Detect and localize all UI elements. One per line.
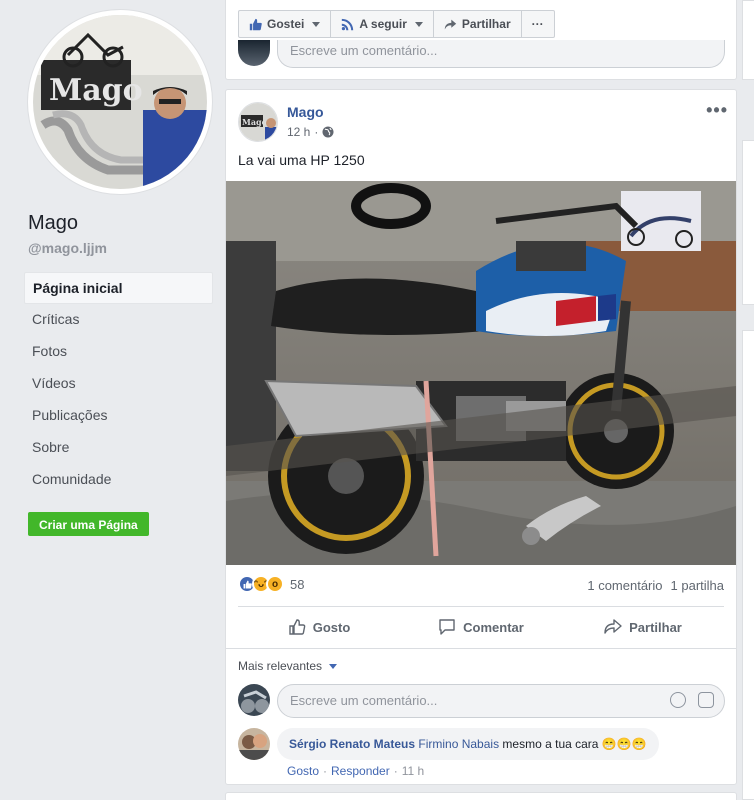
share-arrow-icon xyxy=(444,19,457,29)
right-column-card xyxy=(742,330,754,800)
wow-reaction-icon: o xyxy=(266,575,284,593)
comment-author-avatar[interactable] xyxy=(238,728,270,760)
more-options-icon: ··· xyxy=(531,17,544,31)
comment-post-button[interactable]: Comentar xyxy=(400,610,562,644)
post-meta: 12 h · xyxy=(287,125,334,139)
comment-text: mesmo a tua cara 😁😁😁 xyxy=(502,737,647,751)
next-post-edge xyxy=(225,792,737,800)
nav-item-posts[interactable]: Publicações xyxy=(24,400,213,432)
comment-reply-link[interactable]: Responder xyxy=(331,764,390,778)
feed-post: Mago Mago 12 h · ••• La vai uma HP 1250 xyxy=(225,89,737,785)
profile-photo: Mago xyxy=(33,15,207,189)
page-sidebar: Mago Mago @mago.ljjm Página inicial Crít… xyxy=(0,0,222,800)
post-photo[interactable] xyxy=(226,181,736,565)
comment-mention[interactable]: Firmino Nabais xyxy=(418,737,499,751)
current-user-avatar xyxy=(238,684,270,716)
page-handle[interactable]: @mago.ljjm xyxy=(28,240,107,256)
comment-post-label: Comentar xyxy=(463,619,524,635)
comment-like-link[interactable]: Gosto xyxy=(287,764,319,778)
comment-timestamp[interactable]: 11 h xyxy=(402,764,424,778)
like-post-button[interactable]: Gosto xyxy=(238,610,400,644)
previous-comment-input[interactable]: Escreve um comentário... xyxy=(277,40,725,68)
post-author-avatar[interactable]: Mago xyxy=(238,102,278,142)
share-arrow-icon xyxy=(604,619,622,634)
share-post-button[interactable]: Partilhar xyxy=(562,610,724,644)
separator-dot: · xyxy=(393,764,398,778)
emoji-icon[interactable] xyxy=(670,692,686,708)
like-post-label: Gosto xyxy=(312,619,351,635)
comment-bubble: Sérgio Renato Mateus Firmino Nabais mesm… xyxy=(277,728,659,760)
shares-count[interactable]: 1 partilha xyxy=(671,578,724,593)
previous-post: Gostei A seguir Partilhar ··· Escreve um… xyxy=(225,0,737,80)
meta-separator: · xyxy=(314,125,319,139)
page-name[interactable]: Mago xyxy=(28,212,78,235)
share-page-button[interactable]: Partilhar xyxy=(434,11,522,37)
right-column-card xyxy=(742,0,754,80)
thumbs-up-outline-icon xyxy=(289,619,306,635)
right-column-card xyxy=(742,140,754,305)
follow-page-label: A seguir xyxy=(359,17,407,31)
comment-bubble-icon xyxy=(439,619,455,635)
nav-item-videos[interactable]: Vídeos xyxy=(24,368,213,400)
chevron-down-icon xyxy=(329,663,338,669)
reactions-summary[interactable]: ᵔᴗᵔ o 58 xyxy=(238,575,304,593)
follow-page-button[interactable]: A seguir xyxy=(331,11,434,37)
share-page-label: Partilhar xyxy=(461,17,511,31)
sticker-icon[interactable] xyxy=(698,692,714,708)
comment-input-placeholder: Escreve um comentário... xyxy=(290,693,438,708)
more-options-button[interactable]: ··· xyxy=(522,11,554,37)
comment-sort-label: Mais relevantes xyxy=(238,659,323,673)
post-text: La vai uma HP 1250 xyxy=(238,152,365,168)
post-action-buttons: Gosto Comentar Partilhar xyxy=(238,610,724,644)
share-post-label: Partilhar xyxy=(629,619,682,635)
rss-icon xyxy=(342,18,354,30)
create-page-button[interactable]: Criar uma Página xyxy=(28,512,149,536)
post-stats: 1 comentário 1 partilha xyxy=(587,578,724,593)
comment-actions: Gosto · Responder · 11 h xyxy=(287,764,424,778)
page-action-bar: Gostei A seguir Partilhar ··· xyxy=(238,10,555,38)
like-page-button[interactable]: Gostei xyxy=(239,11,332,37)
like-page-label: Gostei xyxy=(267,17,305,31)
svg-text:Mago: Mago xyxy=(49,73,143,108)
comment-sort-dropdown[interactable]: Mais relevantes xyxy=(238,659,338,673)
divider xyxy=(238,606,724,607)
comment-author-name[interactable]: Sérgio Renato Mateus xyxy=(289,737,415,751)
post-author-name[interactable]: Mago xyxy=(287,104,324,120)
globe-icon xyxy=(322,126,334,138)
post-timestamp[interactable]: 12 h xyxy=(287,125,310,139)
comments-count[interactable]: 1 comentário xyxy=(587,578,662,593)
divider xyxy=(226,648,736,649)
reaction-count[interactable]: 58 xyxy=(290,577,304,592)
nav-item-about[interactable]: Sobre xyxy=(24,432,213,464)
profile-picture[interactable]: Mago xyxy=(28,10,212,194)
nav-item-home[interactable]: Página inicial xyxy=(24,272,213,304)
chevron-down-icon xyxy=(312,21,321,27)
nav-item-community[interactable]: Comunidade xyxy=(24,464,213,496)
nav-item-reviews[interactable]: Críticas xyxy=(24,304,213,336)
svg-text:Mago: Mago xyxy=(242,117,268,127)
chevron-down-icon xyxy=(414,21,423,27)
commenter-avatar xyxy=(238,40,270,66)
comment-input[interactable]: Escreve um comentário... xyxy=(277,684,725,718)
post-options-icon[interactable]: ••• xyxy=(706,100,728,121)
comment-input-icons xyxy=(670,692,714,708)
page-nav: Página inicial Críticas Fotos Vídeos Pub… xyxy=(24,272,213,496)
nav-item-photos[interactable]: Fotos xyxy=(24,336,213,368)
separator-dot: · xyxy=(323,764,328,778)
thumbs-up-icon xyxy=(249,18,262,30)
